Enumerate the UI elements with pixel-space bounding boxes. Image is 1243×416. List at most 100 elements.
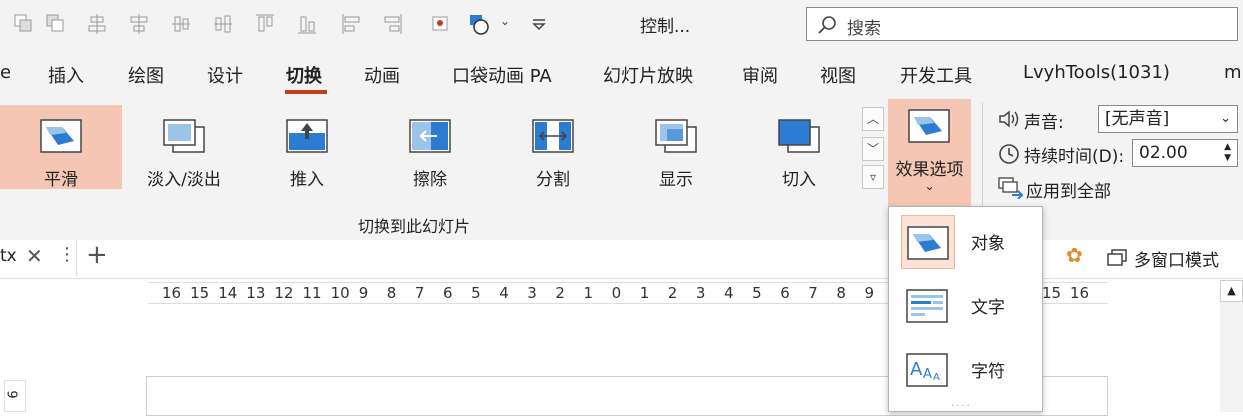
gallery-more-button[interactable]: ▿ (862, 165, 884, 189)
svg-text:A: A (923, 367, 932, 382)
ruler-tick: 4 (499, 284, 509, 302)
align-top-icon[interactable] (254, 12, 276, 36)
ruler-tick: 1 (583, 284, 594, 302)
transition-wipe[interactable]: 擦除 (369, 105, 491, 190)
duration-label: 持续时间(D): (1024, 147, 1125, 167)
tab-draw[interactable]: 绘图 (128, 62, 164, 88)
menu-item-object[interactable]: 对象 (899, 213, 1035, 271)
ruler-tick: 6 (780, 284, 790, 302)
spin-down-icon[interactable]: ▼ (1224, 154, 1231, 163)
tab-review[interactable]: 审阅 (742, 62, 778, 88)
effect-options-button[interactable]: 效果选项 ⌄ (888, 99, 971, 207)
menu-item-character[interactable]: AAA 字符 (899, 341, 1035, 399)
arrange-icon[interactable] (44, 12, 66, 36)
tab-transitions[interactable]: 切换 (286, 62, 322, 88)
shape-fill-icon[interactable] (468, 12, 490, 36)
svg-text:A: A (933, 372, 940, 383)
transition-label: 擦除 (413, 170, 447, 190)
search-icon (818, 16, 836, 34)
split-icon (532, 119, 574, 153)
speaker-icon (999, 110, 1019, 128)
gallery-scroll-down-button[interactable]: ﹀ (862, 137, 884, 161)
ruler-tick: 2 (555, 284, 565, 302)
tab-home-partial[interactable]: e (0, 62, 11, 83)
menu-item-text[interactable]: 文字 (899, 277, 1035, 335)
ruler-tick: 7 (808, 284, 818, 302)
ruler-tick: 8 (836, 284, 846, 302)
ribbon-transitions: 平滑 淡入/淡出 推入 擦除 分割 显示 切入 ︿ ﹀ ▿ 切换到此幻灯片 效果… (0, 97, 1243, 241)
multi-window-button[interactable]: 多窗口模式 (1134, 246, 1219, 271)
center-v-icon[interactable] (212, 12, 234, 36)
ruler-tick: 5 (471, 284, 481, 302)
fade-icon (163, 119, 205, 153)
transition-push[interactable]: 推入 (246, 105, 368, 190)
document-tab-name[interactable]: tx (0, 246, 17, 266)
picture-icon[interactable] (430, 12, 452, 36)
align-icon[interactable] (12, 12, 34, 36)
ruler-tick: 9 (864, 284, 875, 302)
spin-up-icon[interactable]: ▲ (1224, 143, 1231, 152)
more-options-icon[interactable]: ⋮ (58, 244, 76, 265)
chevron-down-icon: ⌄ (1220, 111, 1231, 126)
ruler-tick: 1 (639, 284, 650, 302)
vertical-scrollbar[interactable]: ▲ (1220, 280, 1243, 412)
transition-label: 淡入/淡出 (147, 170, 221, 190)
ruler-tick: 6 (443, 284, 453, 302)
tab-design[interactable]: 设计 (207, 62, 243, 88)
tab-pocket-animation[interactable]: 口袋动画 PA (452, 62, 552, 88)
active-tab-indicator (285, 90, 327, 94)
align-bottom-icon[interactable] (296, 12, 318, 36)
apply-all-icon (998, 177, 1024, 199)
ruler-tick: 15 (1042, 284, 1062, 302)
tab-slideshow[interactable]: 幻灯片放映 (603, 62, 693, 88)
object-effect-icon (901, 215, 955, 269)
ruler-tick: 5 (752, 284, 762, 302)
search-input[interactable]: 搜索 (806, 7, 1238, 41)
ruler-tick: 7 (414, 284, 425, 302)
distribute-v-icon[interactable] (128, 12, 150, 36)
ruler-tick: 16 (162, 284, 182, 302)
tab-lvyhtools[interactable]: LvyhTools(1031) (1023, 62, 1170, 83)
wipe-icon (409, 119, 451, 153)
transition-label: 切入 (782, 170, 816, 190)
transition-reveal[interactable]: 显示 (615, 105, 737, 190)
sound-select[interactable]: [无声音] ⌄ (1098, 105, 1238, 133)
gear-icon[interactable]: ✿ (1066, 243, 1083, 267)
tab-developer[interactable]: 开发工具 (900, 62, 972, 88)
ruler-tick: 16 (1070, 284, 1090, 302)
distribute-h-icon[interactable] (86, 12, 108, 36)
character-effect-icon: AAA (901, 343, 955, 397)
transition-cut[interactable]: 切入 (738, 105, 860, 190)
customize-qat-icon[interactable] (528, 12, 550, 36)
ruler-tick: 0 (611, 284, 622, 302)
align-left-icon[interactable] (340, 12, 362, 36)
ruler-tick: 4 (724, 284, 734, 302)
apply-to-all-button[interactable]: 应用到全部 (1026, 177, 1111, 202)
transition-label: 显示 (659, 170, 693, 190)
search-placeholder: 搜索 (847, 19, 881, 39)
tab-more-partial[interactable]: m (1224, 62, 1242, 83)
ruler-tick: 3 (527, 284, 537, 302)
center-h-icon[interactable] (170, 12, 192, 36)
duration-spinner[interactable]: 02.00 ▲ ▼ (1132, 139, 1238, 167)
sound-label: 声音: (1024, 113, 1064, 133)
scroll-up-button[interactable]: ▲ (1220, 280, 1243, 302)
transition-fade[interactable]: 淡入/淡出 (123, 105, 245, 190)
chevron-down-icon: ⌄ (924, 179, 935, 193)
ruler-tick: 10 (330, 284, 350, 302)
align-right-icon[interactable] (382, 12, 404, 36)
gallery-scroll-up-button[interactable]: ︿ (862, 107, 884, 131)
add-tab-icon[interactable]: + (86, 240, 108, 270)
tab-insert[interactable]: 插入 (48, 62, 84, 88)
duration-value: 02.00 (1139, 143, 1188, 163)
tab-animations[interactable]: 动画 (364, 62, 400, 88)
chevron-down-icon[interactable]: ⌄ (500, 14, 510, 28)
resize-grip-icon[interactable]: ···· (951, 401, 972, 412)
vertical-ruler-tick: 9 (3, 390, 19, 399)
transition-morph[interactable]: 平滑 (0, 105, 122, 190)
transition-split[interactable]: 分割 (492, 105, 614, 190)
cut-icon (778, 119, 820, 153)
tab-view[interactable]: 视图 (820, 62, 856, 88)
sound-value: [无声音] (1105, 109, 1170, 129)
close-icon[interactable]: ✕ (26, 244, 43, 268)
